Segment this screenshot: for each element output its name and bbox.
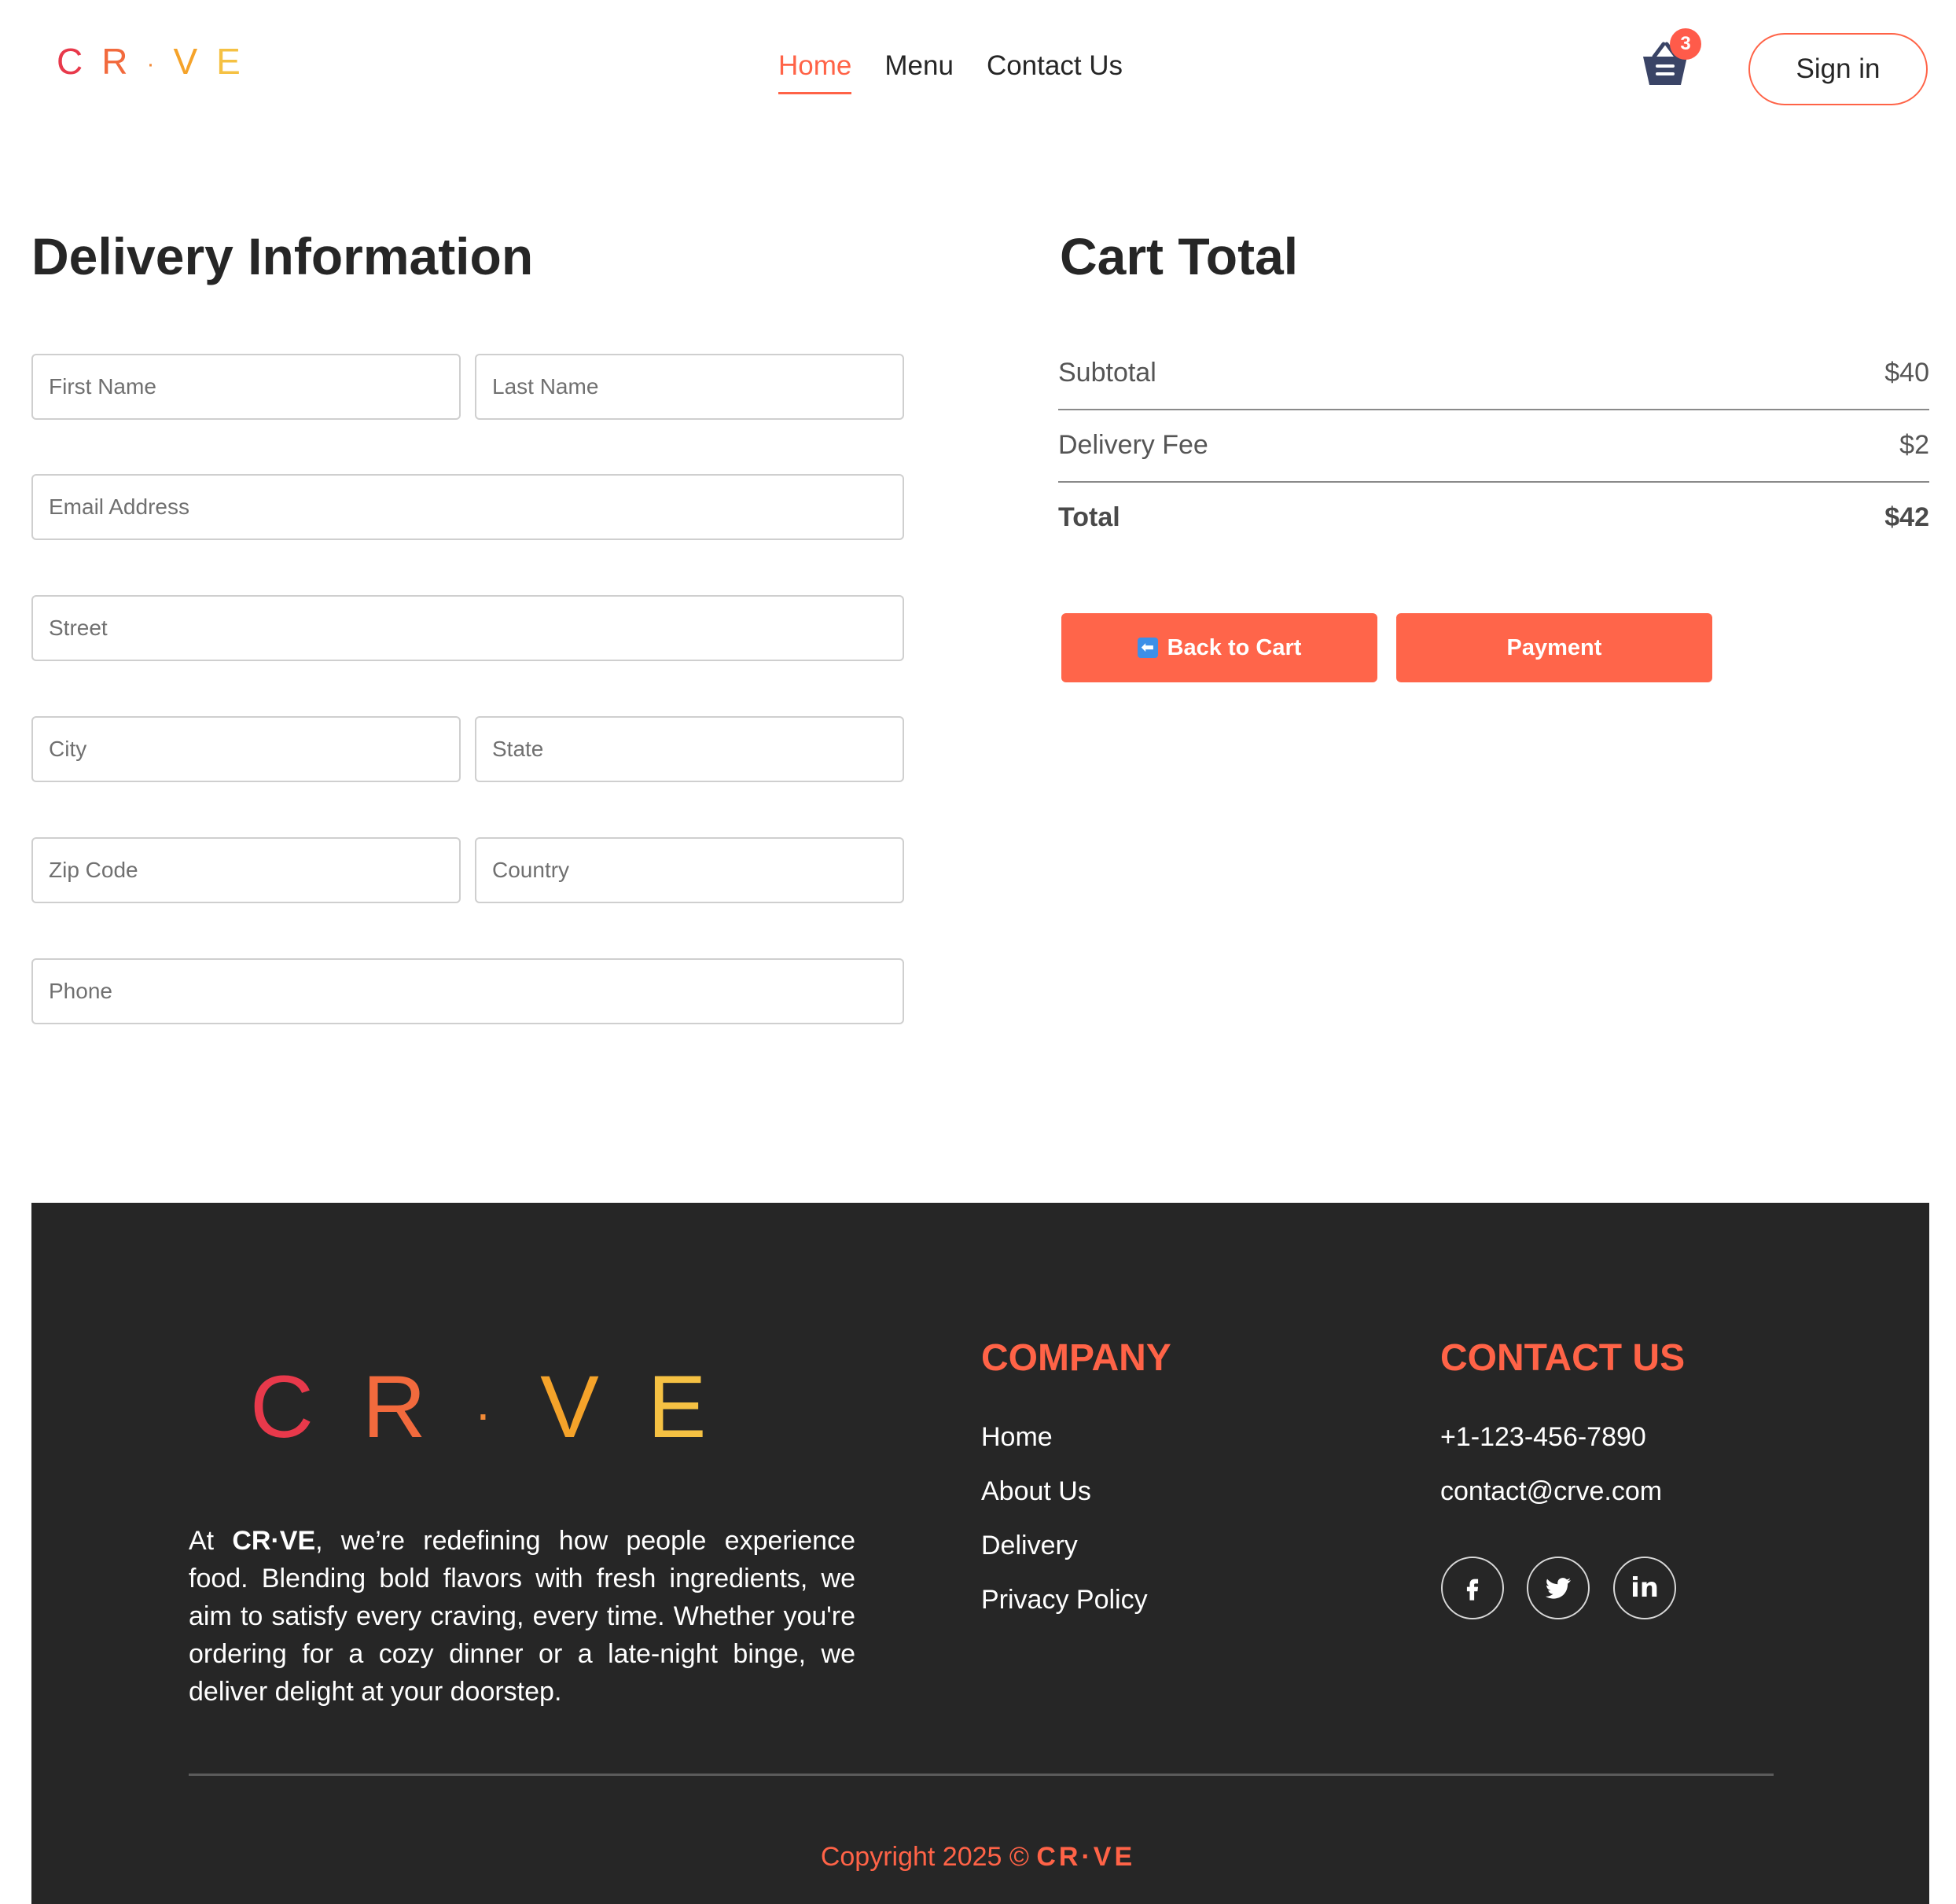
company-heading: COMPANY [981,1337,1171,1379]
email-input[interactable] [31,474,904,540]
payment-button[interactable]: Payment [1396,613,1712,682]
footer-logo-dot: · [474,1385,541,1443]
header-logo[interactable]: CR·VE [57,38,259,88]
subtotal-value: $40 [1884,357,1929,388]
footer-logo-letter-c: C [250,1358,362,1456]
street-input[interactable] [31,595,904,661]
contact-heading: CONTACT US [1440,1337,1686,1379]
facebook-icon [1466,1579,1479,1601]
footer-logo: CR·VE [250,1360,756,1461]
phone-input[interactable] [31,958,904,1024]
footer-link-home[interactable]: Home [981,1418,1148,1472]
copyright: Copyright 2025 © CR·VE [0,1836,1956,1877]
facebook-button[interactable] [1441,1557,1504,1619]
first-name-input[interactable] [31,354,461,420]
main-nav: Home Menu Contact Us [778,47,1123,94]
company-links: Home About Us Delivery Privacy Policy [981,1418,1148,1635]
nav-contact-us[interactable]: Contact Us [987,47,1123,94]
nav-home[interactable]: Home [778,47,852,94]
cart-total-title: Cart Total [1060,227,1299,285]
footer-link-privacy-policy[interactable]: Privacy Policy [981,1581,1148,1635]
nav-menu[interactable]: Menu [884,47,954,94]
country-input[interactable] [475,837,904,903]
delivery-fee-row: Delivery Fee $2 [1058,409,1929,483]
cart-count-badge: 3 [1670,28,1701,60]
delivery-fee-label: Delivery Fee [1058,429,1208,460]
twitter-button[interactable] [1527,1557,1590,1619]
delivery-fee-value: $2 [1899,429,1929,460]
linkedin-button[interactable]: in [1613,1557,1676,1619]
contact-email[interactable]: contact@crve.com [1440,1472,1662,1527]
twitter-icon [1546,1578,1571,1599]
footer-about-text: At CR·VE, we’re redefining how people ex… [189,1522,855,1711]
sign-in-button[interactable]: Sign in [1748,33,1928,105]
contact-details: +1-123-456-7890 contact@crve.com [1440,1418,1662,1527]
copyright-brand: CR·VE [1036,1842,1136,1872]
footer-link-delivery[interactable]: Delivery [981,1527,1148,1581]
about-brand: CR·VE [232,1526,316,1556]
cart-button[interactable]: 3 [1635,28,1701,93]
logo-letter-c: C [57,41,102,82]
copyright-text: Copyright 2025 © [820,1842,1029,1872]
state-input[interactable] [475,716,904,782]
city-input[interactable] [31,716,461,782]
footer-logo-letter-e: E [647,1358,756,1456]
left-arrow-icon: ⬅ [1137,638,1158,658]
logo-letter-r: R [101,41,147,82]
payment-label: Payment [1506,634,1602,660]
total-row: Total $42 [1058,481,1929,553]
footer-link-about-us[interactable]: About Us [981,1472,1148,1527]
back-to-cart-button[interactable]: ⬅ Back to Cart [1061,613,1377,682]
subtotal-row: Subtotal $40 [1058,336,1929,410]
logo-letter-e: E [216,41,259,82]
linkedin-icon: in [1631,1572,1659,1604]
delivery-title: Delivery Information [31,227,534,285]
about-prefix: At [189,1526,215,1556]
total-label: Total [1058,502,1120,532]
contact-phone[interactable]: +1-123-456-7890 [1440,1418,1662,1472]
logo-dot: · [146,50,174,77]
logo-letter-v: V [173,41,217,82]
footer-divider [189,1774,1774,1776]
back-to-cart-label: Back to Cart [1167,634,1302,660]
footer-logo-letter-v: V [540,1358,648,1456]
total-value: $42 [1884,502,1929,532]
zip-code-input[interactable] [31,837,461,903]
last-name-input[interactable] [475,354,904,420]
footer-logo-letter-r: R [362,1358,475,1456]
subtotal-label: Subtotal [1058,357,1156,388]
